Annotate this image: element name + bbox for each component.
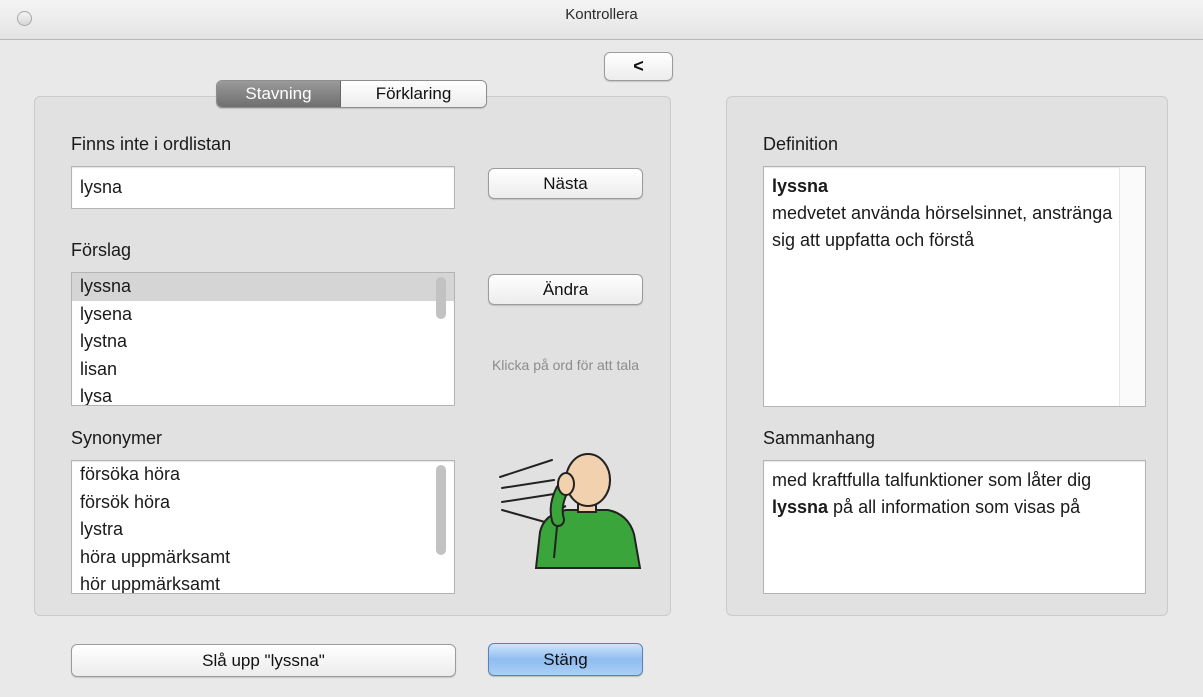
synonym-item[interactable]: försöka höra	[72, 461, 454, 489]
definition-word: lyssna	[772, 176, 829, 196]
mode-tabs: Stavning Förklaring	[216, 80, 487, 108]
look-up-button[interactable]: Slå upp "lyssna"	[71, 644, 456, 677]
tab-spelling[interactable]: Stavning	[217, 81, 341, 107]
synonym-item[interactable]: höra uppmärksamt	[72, 544, 454, 572]
definition-body: medvetet använda hörselsinnet, anstränga…	[772, 203, 1113, 250]
context-after: på all information som visas på	[828, 497, 1081, 517]
synonyms-list[interactable]: försöka höra försök höra lystra höra upp…	[71, 460, 455, 594]
speak-hint: Klicka på ord för att tala	[491, 357, 640, 373]
suggestions-scrollbar[interactable]	[436, 277, 446, 319]
back-button[interactable]: <	[604, 52, 673, 81]
change-button[interactable]: Ändra	[488, 274, 643, 305]
suggestions-label: Förslag	[71, 240, 132, 260]
definition-scroll-track	[1119, 167, 1145, 406]
tab-explanation[interactable]: Förklaring	[341, 81, 486, 107]
suggestion-item[interactable]: lystna	[72, 328, 454, 356]
next-button[interactable]: Nästa	[488, 168, 643, 199]
context-before: med kraftfulla talfunktioner som låter d…	[772, 470, 1092, 490]
synonyms-scrollbar[interactable]	[436, 465, 446, 555]
misspelled-word-value: lysna	[80, 177, 123, 197]
suggestion-item[interactable]: lisan	[72, 356, 454, 384]
context-text[interactable]: med kraftfulla talfunktioner som låter d…	[763, 460, 1146, 594]
suggestions-list[interactable]: lyssna lysena lystna lisan lysa	[71, 272, 455, 406]
synonyms-label: Synonymer	[71, 428, 163, 448]
window-title: Kontrollera	[565, 6, 638, 23]
context-word: lyssna	[772, 497, 829, 517]
synonym-item[interactable]: lystra	[72, 516, 454, 544]
suggestion-item[interactable]: lyssna	[72, 273, 454, 301]
synonym-item[interactable]: försök höra	[72, 489, 454, 517]
suggestion-item[interactable]: lysa	[72, 383, 454, 405]
definition-label: Definition	[763, 134, 839, 154]
context-label: Sammanhang	[763, 428, 876, 448]
synonym-item[interactable]: hör uppmärksamt	[72, 571, 454, 593]
definition-text[interactable]: lyssna medvetet använda hörselsinnet, an…	[763, 166, 1146, 407]
person-listening-pictogram-icon	[499, 453, 642, 569]
not-in-dictionary-label: Finns inte i ordlistan	[71, 134, 232, 154]
close-button[interactable]: Stäng	[488, 643, 643, 676]
suggestion-item[interactable]: lysena	[72, 301, 454, 329]
misspelled-word-field[interactable]: lysna	[71, 166, 455, 209]
